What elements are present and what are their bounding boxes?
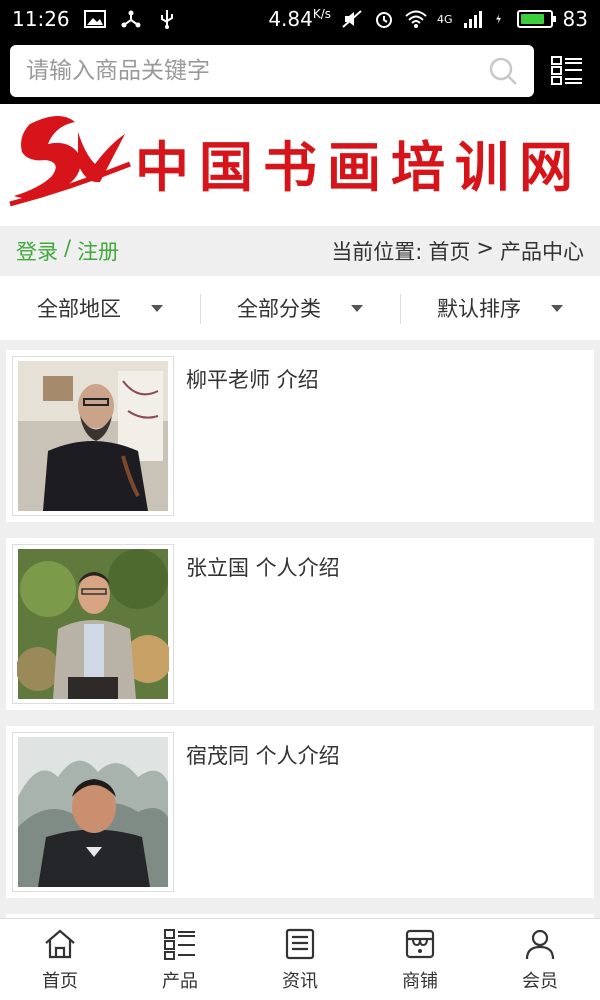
home-icon xyxy=(45,929,75,958)
search-header xyxy=(0,38,600,104)
usb-icon xyxy=(160,10,173,29)
filter-region-label: 全部地区 xyxy=(37,297,121,321)
portrait-image xyxy=(17,549,169,699)
search-input[interactable] xyxy=(26,58,488,84)
category-menu-icon[interactable] xyxy=(550,54,584,88)
news-icon xyxy=(285,928,315,959)
portrait-image xyxy=(18,737,168,887)
product-list: 柳平老师 介绍 张立国 个人介绍 宿茂同 个人介绍 xyxy=(6,350,594,950)
nav-store-label: 商铺 xyxy=(402,970,438,992)
auth-separator: / xyxy=(64,236,72,260)
search-icon[interactable] xyxy=(488,56,518,86)
filter-sort[interactable]: 默认排序 xyxy=(400,276,600,340)
gallery-icon xyxy=(83,10,106,28)
battery-percent: 83 xyxy=(562,7,588,31)
wifi-icon xyxy=(405,10,427,28)
user-icon xyxy=(525,929,555,959)
status-bar: 11:26 4.84K/s 4G 83 xyxy=(0,0,600,38)
store-icon xyxy=(405,929,435,958)
battery-icon xyxy=(516,10,556,28)
network-type: 4G xyxy=(437,12,453,26)
product-thumbnail[interactable] xyxy=(12,356,174,516)
location-bar: 登录 / 注册 当前位置: 首页 > 产品中心 xyxy=(0,226,600,276)
product-card[interactable]: 宿茂同 个人介绍 xyxy=(6,726,594,898)
product-title[interactable]: 张立国 个人介绍 xyxy=(186,552,340,582)
site-logo-text: 中国书画培训网 xyxy=(135,135,583,199)
signal-icon xyxy=(463,11,482,28)
caret-down-icon xyxy=(351,304,363,312)
caret-down-icon xyxy=(151,304,163,312)
portrait-image xyxy=(18,361,168,511)
mute-icon xyxy=(342,10,362,28)
nav-store[interactable]: 商铺 xyxy=(360,919,480,1000)
product-thumbnail[interactable] xyxy=(12,732,174,892)
share-icon xyxy=(121,10,141,28)
network-speed: 4.84K/s xyxy=(268,7,332,31)
filter-category[interactable]: 全部分类 xyxy=(200,276,400,340)
login-link[interactable]: 登录 xyxy=(16,236,58,266)
charging-icon xyxy=(495,14,501,24)
breadcrumb-separator: > xyxy=(476,236,494,260)
product-card[interactable]: 柳平老师 介绍 xyxy=(6,350,594,522)
filter-region[interactable]: 全部地区 xyxy=(0,276,200,340)
register-link[interactable]: 注册 xyxy=(77,236,119,266)
breadcrumb-home[interactable]: 首页 xyxy=(428,236,470,266)
product-card[interactable]: 张立国 个人介绍 xyxy=(6,538,594,710)
nav-member-label: 会员 xyxy=(522,970,558,992)
site-banner: 中国书画培训网 xyxy=(0,104,600,226)
grid-list-icon xyxy=(164,928,195,960)
bottom-nav: 首页 产品 资讯 商铺 会员 xyxy=(0,918,600,1000)
breadcrumb-prefix: 当前位置: xyxy=(331,240,423,264)
nav-member[interactable]: 会员 xyxy=(480,919,600,1000)
breadcrumb: 当前位置: 首页 > 产品中心 xyxy=(331,236,584,266)
site-logo: 中国书画培训网 xyxy=(9,115,583,207)
filter-category-label: 全部分类 xyxy=(237,297,321,321)
nav-products[interactable]: 产品 xyxy=(120,919,240,1000)
breadcrumb-current: 产品中心 xyxy=(500,240,584,264)
alarm-icon xyxy=(376,12,393,28)
product-title[interactable]: 柳平老师 介绍 xyxy=(186,364,319,394)
product-title[interactable]: 宿茂同 个人介绍 xyxy=(186,740,340,770)
status-time: 11:26 xyxy=(12,7,70,31)
nav-home-label: 首页 xyxy=(42,970,78,992)
nav-news-label: 资讯 xyxy=(282,970,318,992)
caret-down-icon xyxy=(551,304,563,312)
auth-links: 登录 / 注册 xyxy=(16,236,119,266)
filter-sort-label: 默认排序 xyxy=(437,297,521,321)
nav-news[interactable]: 资讯 xyxy=(240,919,360,1000)
nav-home[interactable]: 首页 xyxy=(0,919,120,1000)
product-thumbnail[interactable] xyxy=(12,544,174,704)
nav-products-label: 产品 xyxy=(162,970,198,992)
filter-bar: 全部地区 全部分类 默认排序 xyxy=(0,276,600,340)
search-box[interactable] xyxy=(10,45,534,97)
